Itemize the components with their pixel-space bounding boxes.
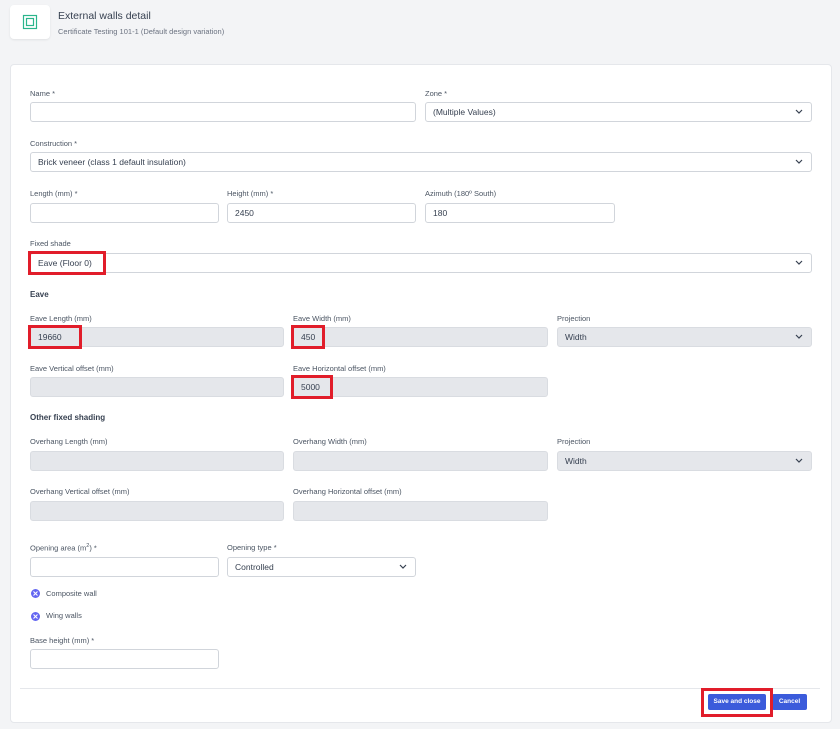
eave-width-input[interactable]: 450 [293,327,548,347]
save-and-close-button[interactable]: Save and close [708,694,766,710]
overhang-projection-label: Projection [557,437,591,446]
wing-walls-label: Wing walls [46,611,82,620]
overhang-vertical-offset-label: Overhang Vertical offset (mm) [30,487,130,496]
overhang-horizontal-offset-input[interactable] [293,501,548,521]
eave-projection-select[interactable]: Width [557,327,812,347]
construction-select[interactable]: Brick veneer (class 1 default insulation… [30,152,812,172]
composite-wall-label: Composite wall [46,589,97,598]
fixed-shade-select[interactable]: Eave (Floor 0) [30,253,812,273]
length-input[interactable] [30,203,219,223]
base-height-input[interactable] [30,649,219,669]
base-height-label: Base height (mm) * [30,636,95,645]
eave-horizontal-offset-input[interactable]: 5000 [293,377,548,397]
overhang-width-label: Overhang Width (mm) [293,437,367,446]
fixed-shade-label: Fixed shade [30,239,71,248]
eave-vertical-offset-input[interactable] [30,377,284,397]
eave-width-label: Eave Width (mm) [293,314,351,323]
azimuth-input[interactable]: 180 [425,203,615,223]
length-label: Length (mm) * [30,189,78,198]
overhang-length-label: Overhang Length (mm) [30,437,108,446]
wing-walls-toggle-icon[interactable] [31,612,40,621]
construction-label: Construction * [30,139,78,148]
opening-type-select[interactable]: Controlled [227,557,416,577]
eave-length-label: Eave Length (mm) [30,314,92,323]
construction-value: Brick veneer (class 1 default insulation… [38,157,186,167]
chevron-down-icon [795,458,803,463]
zone-value: (Multiple Values) [433,107,496,117]
eave-length-input[interactable]: 19660 [30,327,284,347]
cancel-button[interactable]: Cancel [772,694,807,710]
overhang-width-input[interactable] [293,451,548,471]
opening-area-label: Opening area (m2) * [30,543,97,553]
height-label: Height (mm) * [227,189,274,198]
height-input[interactable]: 2450 [227,203,416,223]
chevron-down-icon [795,159,803,164]
overhang-horizontal-offset-label: Overhang Horizontal offset (mm) [293,487,402,496]
zone-label: Zone * [425,89,448,98]
zone-select[interactable]: (Multiple Values) [425,102,812,122]
chevron-down-icon [399,564,407,569]
eave-section-title: Eave [30,290,49,299]
chevron-down-icon [795,260,803,265]
fixed-shade-value: Eave (Floor 0) [38,258,92,268]
eave-vertical-offset-label: Eave Vertical offset (mm) [30,364,114,373]
chevron-down-icon [795,334,803,339]
page-header: External walls detail Certificate Testin… [0,0,840,52]
overhang-projection-value: Width [565,456,587,466]
opening-area-input[interactable] [30,557,219,577]
footer-divider [20,688,820,689]
page-title: External walls detail [58,10,151,22]
eave-projection-value: Width [565,332,587,342]
chevron-down-icon [795,109,803,114]
composite-wall-toggle-icon[interactable] [31,589,40,598]
overhang-projection-select[interactable]: Width [557,451,812,471]
eave-projection-label: Projection [557,314,591,323]
wall-icon [10,5,50,39]
opening-type-value: Controlled [235,562,274,572]
overhang-vertical-offset-input[interactable] [30,501,284,521]
page-subtitle: Certificate Testing 101-1 (Default desig… [58,27,225,36]
azimuth-label: Azimuth (180º South) [425,189,497,198]
opening-type-label: Opening type * [227,543,277,552]
other-shading-section-title: Other fixed shading [30,413,106,422]
name-label: Name * [30,89,56,98]
name-input[interactable] [30,102,416,122]
eave-horizontal-offset-label: Eave Horizontal offset (mm) [293,364,386,373]
overhang-length-input[interactable] [30,451,284,471]
